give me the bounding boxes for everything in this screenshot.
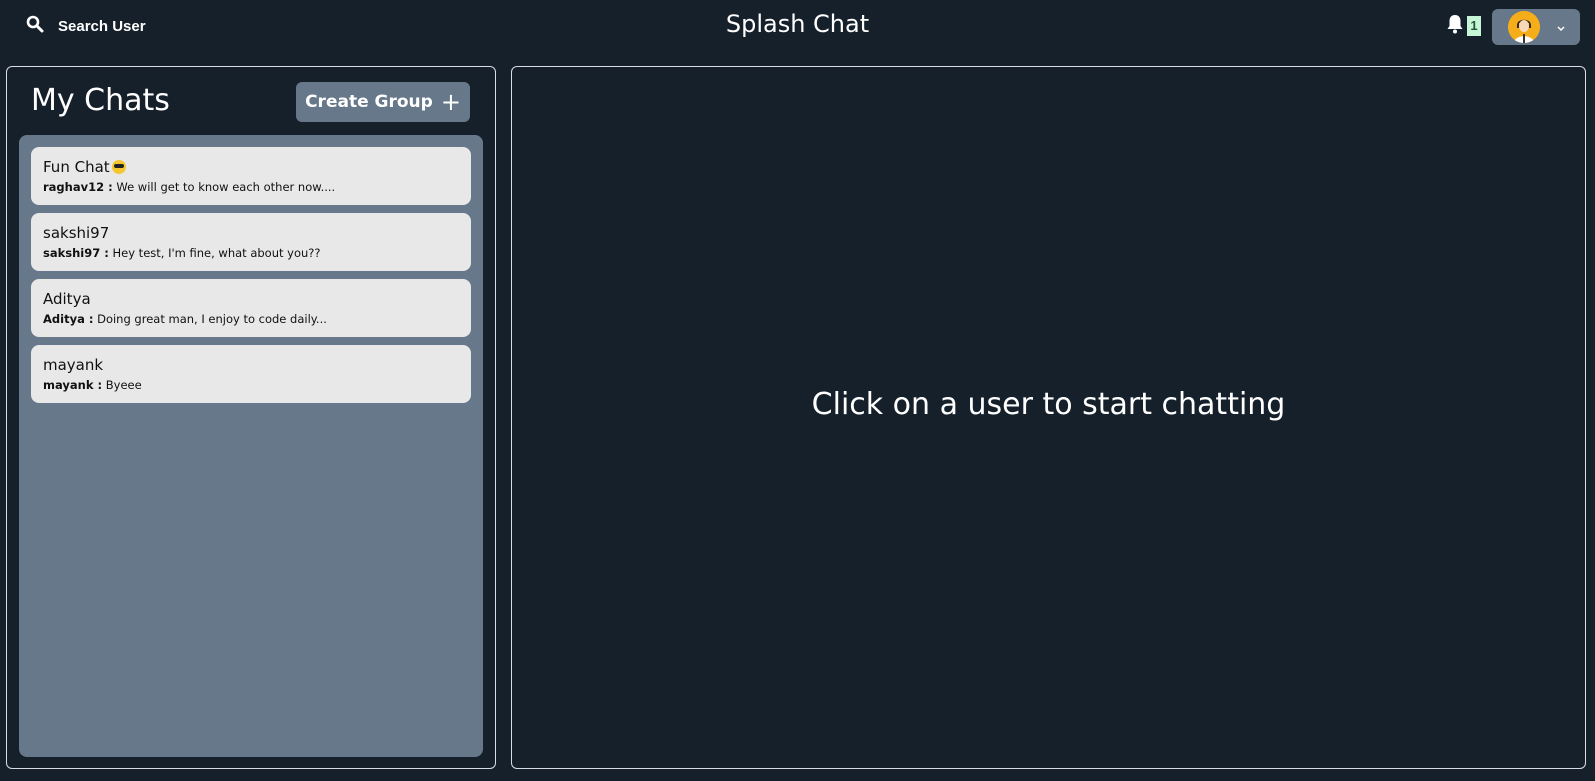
chat-preview: raghav12 : We will get to know each othe… xyxy=(43,180,459,194)
chat-name-text: Fun Chat xyxy=(43,158,110,176)
chat-name: sakshi97 xyxy=(43,223,459,243)
chat-message: We will get to know each other now.... xyxy=(116,180,336,194)
chat-name-text: mayank xyxy=(43,356,104,374)
chat-message: Hey test, I'm fine, what about you?? xyxy=(112,246,321,260)
chat-name: mayank xyxy=(43,355,459,375)
bell-icon xyxy=(1446,14,1464,38)
search-user-button[interactable]: Search User xyxy=(20,10,152,42)
chat-preview: mayank : Byeee xyxy=(43,378,459,392)
search-icon xyxy=(26,15,44,37)
avatar-icon xyxy=(1508,11,1540,43)
chat-list: Fun Chat raghav12 : We will get to know … xyxy=(19,135,483,757)
chat-sender: raghav12 : xyxy=(43,180,113,194)
chevron-down-icon xyxy=(1556,18,1566,37)
chat-item-aditya[interactable]: Aditya Aditya : Doing great man, I enjoy… xyxy=(31,279,471,337)
search-user-label: Search User xyxy=(58,17,146,35)
create-group-button[interactable]: Create Group + xyxy=(296,82,470,122)
chat-item-sakshi97[interactable]: sakshi97 sakshi97 : Hey test, I'm fine, … xyxy=(31,213,471,271)
chat-message: Byeee xyxy=(105,378,142,392)
top-bar: Search User Splash Chat 1 xyxy=(0,0,1595,52)
chat-window: Click on a user to start chatting xyxy=(511,66,1586,769)
chat-name: Aditya xyxy=(43,289,459,309)
chat-sender: sakshi97 : xyxy=(43,246,109,260)
chat-preview: sakshi97 : Hey test, I'm fine, what abou… xyxy=(43,246,459,260)
chat-item-fun-chat[interactable]: Fun Chat raghav12 : We will get to know … xyxy=(31,147,471,205)
create-group-label: Create Group xyxy=(305,92,433,112)
chat-item-mayank[interactable]: mayank mayank : Byeee xyxy=(31,345,471,403)
sunglasses-emoji-icon xyxy=(111,160,126,174)
app-title: Splash Chat xyxy=(725,10,870,38)
chat-message: Doing great man, I enjoy to code daily..… xyxy=(97,312,327,326)
my-chats-panel: My Chats Create Group + Fun Chat raghav1… xyxy=(6,66,496,769)
plus-icon: + xyxy=(440,88,461,116)
chat-name: Fun Chat xyxy=(43,157,459,177)
chat-name-text: sakshi97 xyxy=(43,224,110,242)
notification-button[interactable]: 1 xyxy=(1446,14,1481,38)
profile-menu-button[interactable] xyxy=(1492,9,1580,45)
empty-chat-message: Click on a user to start chatting xyxy=(811,387,1286,422)
chat-sender: mayank : xyxy=(43,378,103,392)
my-chats-title: My Chats xyxy=(31,83,170,118)
chat-sender: Aditya : xyxy=(43,312,94,326)
notification-badge: 1 xyxy=(1467,16,1481,36)
avatar xyxy=(1508,11,1540,43)
chat-preview: Aditya : Doing great man, I enjoy to cod… xyxy=(43,312,459,326)
chat-name-text: Aditya xyxy=(43,290,91,308)
